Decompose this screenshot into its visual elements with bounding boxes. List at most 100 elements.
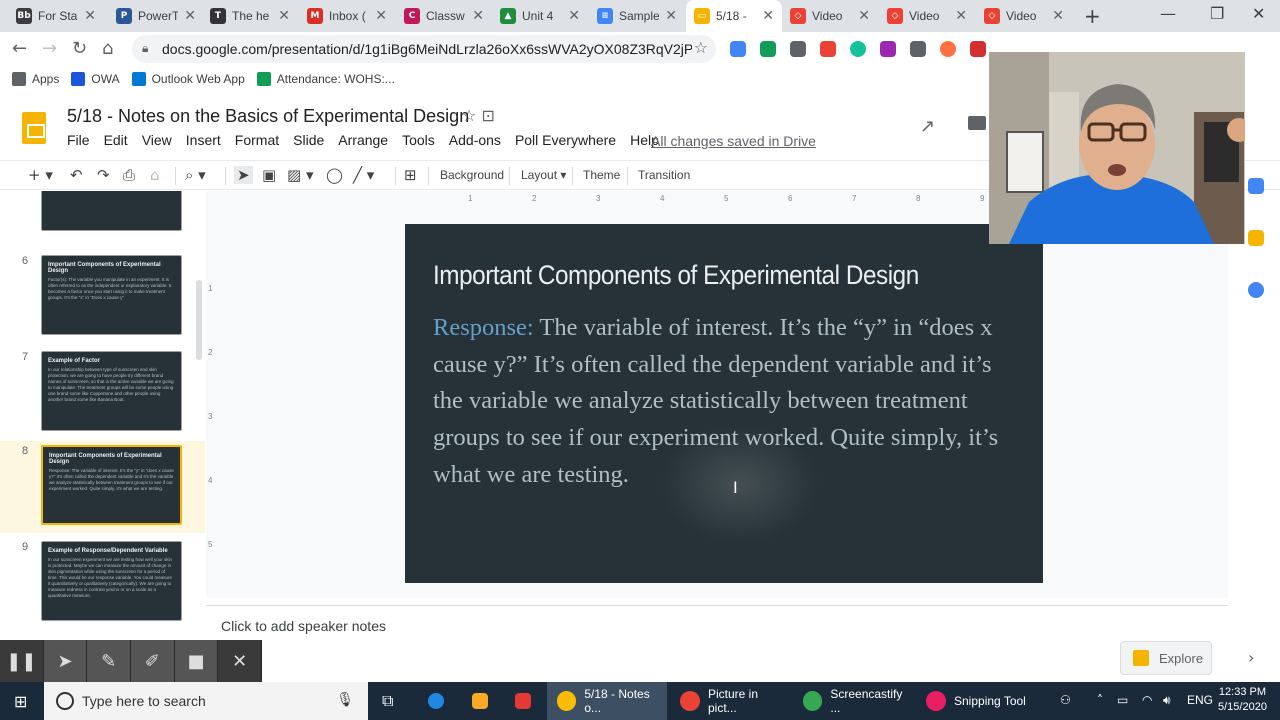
browser-tab[interactable]: ◇ Video ✕	[976, 0, 1072, 32]
menu-insert[interactable]: Insert	[186, 132, 221, 148]
bookmark-item[interactable]: OWA	[71, 72, 120, 86]
close-tab-icon[interactable]: ✕	[472, 8, 484, 24]
maximize-button[interactable]: ❐	[1210, 4, 1224, 23]
chevron-right-icon[interactable]: ›	[1248, 648, 1254, 667]
browser-tab[interactable]: P PowerT ✕	[108, 0, 204, 32]
new-tab-button[interactable]: +	[1084, 4, 1101, 28]
undo-icon[interactable]: ↶	[70, 166, 83, 184]
shape-icon[interactable]: ◯	[326, 166, 343, 184]
background-button[interactable]: Background	[440, 168, 504, 182]
taskbar-search[interactable]: Type here to search 🎙︎	[44, 682, 368, 720]
edge-icon[interactable]	[428, 693, 444, 709]
battery-icon[interactable]: ▭	[1117, 693, 1128, 707]
tasks-icon[interactable]	[1248, 282, 1264, 298]
close-tab-icon[interactable]: ✕	[184, 8, 196, 24]
reload-icon[interactable]: ↻	[72, 38, 87, 59]
extension-icon[interactable]	[880, 41, 896, 57]
extension-icon[interactable]	[790, 41, 806, 57]
bookmark-star-icon[interactable]: ☆	[694, 38, 708, 57]
taskbar-app[interactable]: 5/18 - Notes o...	[547, 682, 667, 720]
close-tab-icon[interactable]: ✕	[665, 8, 677, 24]
close-tab-icon[interactable]: ✕	[568, 8, 580, 24]
save-status[interactable]: All changes saved in Drive	[651, 133, 816, 149]
browser-tab[interactable]: ▭ 5/18 - ✕	[686, 0, 782, 32]
menu-slide[interactable]: Slide	[293, 132, 324, 148]
people-icon[interactable]: ⚇	[1060, 693, 1071, 707]
close-tab-icon[interactable]: ✕	[375, 8, 387, 24]
close-icon[interactable]: ✕	[218, 640, 263, 682]
new-slide-icon[interactable]: + ▾	[28, 166, 53, 184]
menu-format[interactable]: Format	[235, 132, 279, 148]
filmstrip-scrollbar[interactable]	[196, 280, 202, 360]
menu-edit[interactable]: Edit	[104, 132, 128, 148]
theme-button[interactable]: Theme	[583, 168, 620, 182]
browser-tab[interactable]: M Inbox (✕	[299, 0, 395, 32]
zoom-icon[interactable]: ⌕ ▾	[185, 166, 206, 184]
menu-arrange[interactable]: Arrange	[338, 132, 388, 148]
camera-icon[interactable]: ■	[174, 640, 219, 682]
filmstrip-slide[interactable]: 8 Important Components of Experimental De…	[0, 441, 205, 533]
pointer-icon[interactable]: ➤	[43, 640, 88, 682]
star-icon[interactable]: ☆ ⊡	[462, 106, 495, 125]
windows-start-icon[interactable]: ⊞	[14, 692, 27, 711]
slides-logo-icon[interactable]	[22, 112, 46, 144]
calendar-icon[interactable]	[1248, 178, 1264, 194]
browser-tab[interactable]: ◇ Video ✕	[782, 0, 878, 32]
activity-dashboard-icon[interactable]: ↗	[920, 116, 935, 137]
menu-poll-everywhere[interactable]: Poll Everywhere	[515, 132, 616, 148]
close-tab-icon[interactable]: ✕	[1052, 8, 1064, 24]
extension-icon[interactable]	[940, 41, 956, 57]
filmstrip-slide[interactable]: 7 Example of Factor In our relationship be…	[0, 347, 205, 439]
extension-icon[interactable]	[910, 41, 926, 57]
taskbar-app[interactable]: Picture in pict...	[670, 682, 790, 720]
close-tab-icon[interactable]: ✕	[955, 8, 967, 24]
paint-format-icon[interactable]: ⌂	[150, 166, 160, 184]
browser-tab[interactable]: C Classw ✕	[396, 0, 492, 32]
menu-tools[interactable]: Tools	[402, 132, 435, 148]
document-title[interactable]: 5/18 - Notes on the Basics of Experiment…	[67, 106, 469, 127]
highlighter-icon[interactable]: ✐	[131, 640, 175, 682]
keep-icon[interactable]	[1248, 230, 1264, 246]
webcam-video[interactable]	[989, 52, 1245, 244]
browser-tab[interactable]: Bb For Sta ✕	[8, 0, 104, 32]
speaker-notes[interactable]: Click to add speaker notes	[206, 605, 1228, 650]
file-explorer-icon[interactable]	[472, 693, 488, 709]
volume-icon[interactable]: 🔊︎	[1163, 693, 1171, 708]
close-tab-icon[interactable]: ✕	[84, 8, 96, 24]
comments-icon[interactable]	[968, 116, 986, 130]
system-clock[interactable]: 12:33 PM 5/15/2020	[1218, 685, 1267, 715]
text-box-icon[interactable]: ▣	[262, 166, 276, 184]
minimize-button[interactable]: —	[1160, 4, 1176, 23]
language-indicator[interactable]: ENG	[1187, 693, 1213, 707]
taskbar-app[interactable]: Screencastify ...	[793, 682, 913, 720]
slide-thumbnail[interactable]: Important Components of Experimental Des…	[41, 255, 182, 335]
browser-tab[interactable]: ◇ Video ✕	[879, 0, 975, 32]
browser-tab[interactable]: ≡ Sample ✕	[589, 0, 685, 32]
bookmark-item[interactable]: Outlook Web App	[131, 72, 245, 86]
close-tab-icon[interactable]: ✕	[278, 8, 290, 24]
forward-icon[interactable]: →	[42, 38, 57, 59]
filmstrip-slide[interactable]: bacteria after a series of poisoning, pi…	[0, 191, 205, 239]
close-tab-icon[interactable]: ✕	[858, 8, 870, 24]
bookmark-item[interactable]: Attendance: WOHS:...	[256, 72, 395, 86]
extension-icon[interactable]	[820, 41, 836, 57]
select-cursor-icon[interactable]: ➤	[234, 166, 253, 184]
tray-chevron-icon[interactable]: ˄	[1097, 693, 1103, 707]
layout-button[interactable]: Layout ▾	[521, 168, 566, 182]
close-tab-icon[interactable]: ✕	[762, 8, 774, 24]
slide-thumbnail[interactable]: bacteria after a series of poisoning, pi…	[41, 191, 182, 231]
menu-add-ons[interactable]: Add-ons	[449, 132, 501, 148]
explore-button[interactable]: Explore	[1120, 641, 1212, 675]
taskbar-app[interactable]: Snipping Tool	[916, 682, 1036, 720]
extension-icon[interactable]	[760, 41, 776, 57]
filmstrip-slide[interactable]: 9 Example of Response/Dependent Variable I…	[0, 537, 205, 629]
extension-icon[interactable]	[970, 41, 986, 57]
microphone-icon[interactable]: 🎙︎	[336, 692, 354, 708]
close-window-button[interactable]: ✕	[1252, 4, 1265, 23]
pause-icon[interactable]: ❚❚	[0, 640, 44, 682]
line-icon[interactable]: ╱ ▾	[353, 166, 374, 184]
slide-thumbnail[interactable]: Example of Response/Dependent Variable In…	[41, 541, 182, 621]
redo-icon[interactable]: ↷	[97, 166, 110, 184]
pen-icon[interactable]: ✎	[87, 640, 132, 682]
transition-button[interactable]: Transition	[638, 168, 690, 182]
